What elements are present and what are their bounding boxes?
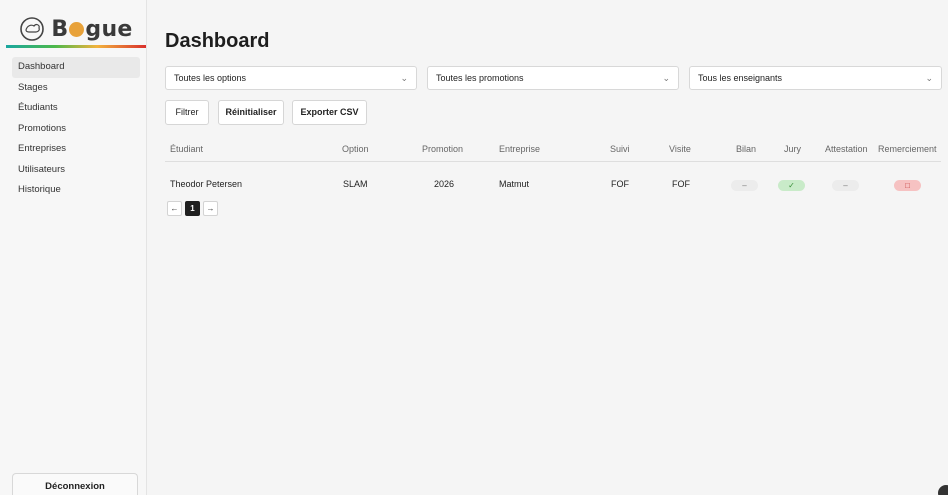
filter-button[interactable]: Filtrer bbox=[165, 100, 209, 125]
cell-visite: FOF bbox=[672, 179, 690, 189]
sidebar-item-etudiants[interactable]: Étudiants bbox=[12, 98, 140, 119]
cell-option: SLAM bbox=[343, 179, 368, 189]
logo-accent-line bbox=[6, 45, 146, 48]
brain-logo-icon bbox=[20, 17, 45, 41]
cell-suivi: FOF bbox=[611, 179, 629, 189]
option-filter-select[interactable]: Toutes les options ⌄ bbox=[165, 66, 417, 90]
attestation-status-badge[interactable]: – bbox=[832, 180, 859, 191]
reset-button[interactable]: Réinitialiser bbox=[218, 100, 284, 125]
header-entreprise: Entreprise bbox=[499, 144, 541, 154]
header-bilan: Bilan bbox=[736, 144, 757, 154]
page-button-current[interactable]: 1 bbox=[185, 201, 200, 216]
sidebar-item-entreprises[interactable]: Entreprises bbox=[12, 139, 140, 160]
sidebar-item-historique[interactable]: Historique bbox=[12, 180, 140, 201]
chevron-down-icon: ⌄ bbox=[925, 73, 933, 83]
cell-etudiant: Theodor Petersen bbox=[170, 179, 243, 189]
app-name: Bgue bbox=[51, 16, 133, 42]
logout-button[interactable]: Déconnexion bbox=[12, 473, 138, 495]
chevron-down-icon: ⌄ bbox=[400, 73, 408, 83]
promotion-filter-value: Toutes les promotions bbox=[436, 73, 524, 83]
page-title: Dashboard bbox=[165, 30, 270, 52]
pagination: ← 1 → bbox=[167, 201, 218, 216]
prev-page-button[interactable]: ← bbox=[167, 201, 182, 216]
header-option: Option bbox=[342, 144, 369, 154]
chevron-down-icon: ⌄ bbox=[662, 73, 670, 83]
table-header: Étudiant Option Promotion Entreprise Sui… bbox=[165, 140, 941, 162]
header-promotion: Promotion bbox=[422, 144, 464, 154]
students-table: Étudiant Option Promotion Entreprise Sui… bbox=[165, 140, 941, 191]
jury-status-badge[interactable]: ✓ bbox=[778, 180, 805, 191]
header-visite: Visite bbox=[669, 144, 691, 154]
enseignant-filter-value: Tous les enseignants bbox=[698, 73, 783, 83]
bilan-status-badge[interactable]: – bbox=[731, 180, 758, 191]
sidebar-nav: Dashboard Stages Étudiants Promotions En… bbox=[12, 57, 140, 201]
table-row[interactable]: Theodor Petersen SLAM 2026 Matmut FOF FO… bbox=[165, 175, 941, 197]
app-logo[interactable]: Bgue bbox=[6, 10, 146, 48]
header-attestation: Attestation bbox=[825, 144, 868, 154]
remerciement-status-badge[interactable]: □ bbox=[894, 180, 921, 191]
header-remerciement: Remerciement bbox=[878, 144, 937, 154]
header-etudiant: Étudiant bbox=[170, 144, 204, 154]
enseignant-filter-select[interactable]: Tous les enseignants ⌄ bbox=[689, 66, 942, 90]
option-filter-value: Toutes les options bbox=[174, 73, 247, 83]
export-csv-button[interactable]: Exporter CSV bbox=[292, 100, 367, 125]
main-content: Dashboard Toutes les options ⌄ Toutes le… bbox=[148, 0, 948, 495]
next-page-button[interactable]: → bbox=[203, 201, 218, 216]
promotion-filter-select[interactable]: Toutes les promotions ⌄ bbox=[427, 66, 679, 90]
sidebar-item-dashboard[interactable]: Dashboard bbox=[12, 57, 140, 78]
sidebar-item-stages[interactable]: Stages bbox=[12, 78, 140, 99]
header-jury: Jury bbox=[784, 144, 802, 154]
cell-promotion: 2026 bbox=[434, 179, 455, 189]
sidebar: Bgue Dashboard Stages Étudiants Promotio… bbox=[0, 0, 147, 495]
cell-entreprise: Matmut bbox=[499, 179, 530, 189]
logo-o-mark bbox=[69, 21, 85, 37]
sidebar-item-utilisateurs[interactable]: Utilisateurs bbox=[12, 160, 140, 181]
sidebar-item-promotions[interactable]: Promotions bbox=[12, 119, 140, 140]
header-suivi: Suivi bbox=[610, 144, 630, 154]
help-icon[interactable] bbox=[938, 485, 948, 495]
